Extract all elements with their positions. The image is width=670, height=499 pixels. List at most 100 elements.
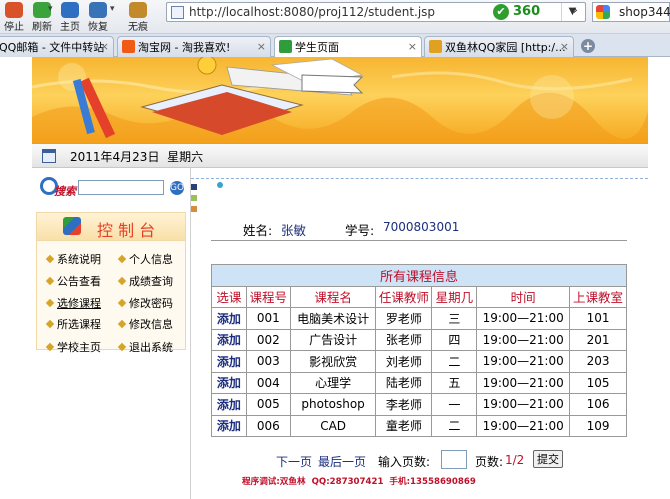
address-dropdown-icon[interactable]: ▼ [561,3,583,21]
search-panel: 搜索 GO [36,174,186,204]
search-engine-box[interactable]: shop344 [592,2,670,22]
home-button[interactable]: 主页 [56,0,84,33]
table-cell: 19:00—21:00 [476,371,571,394]
tab-taobao[interactable]: 淘宝网 - 淘我喜欢! × [117,36,271,57]
table-cell: 006 [245,414,291,437]
restore-label: 恢复 [88,22,108,33]
page-number-input[interactable] [441,450,467,469]
student-name: 张敏 [281,223,307,238]
browser-brand-logo: 360 [513,4,541,19]
menu-item-logout[interactable]: 退出系统 [117,339,173,355]
tab-strip: QQ邮箱 - 文件中转站 × 淘宝网 - 淘我喜欢! × 学生页面 × 双鱼林QQ家园 [h… [0,34,670,58]
table-cell: 004 [245,371,291,394]
table-cell: 五 [431,371,478,394]
menu-item-system-info[interactable]: 系统说明 [45,251,101,267]
menu-item-label: 公告查看 [57,275,101,288]
search-label: 搜索 [54,185,76,198]
go-arrow-icon[interactable]: › [573,3,578,17]
incognito-icon [129,2,147,18]
address-bar[interactable]: http://localhost:8080/proj112/student.js… [166,2,586,22]
table-cell: 003 [245,350,291,373]
tab-qq-mail[interactable]: QQ邮箱 - 文件中转站 × [0,36,114,57]
google-icon [596,5,610,19]
menu-item-label: 个人信息 [129,253,173,266]
tab-label: 双鱼林QQ家园 [http:/... [445,41,566,54]
last-page-link[interactable]: 最后一页 [318,453,366,470]
history-dropdown-icon[interactable]: ▾ [48,4,53,14]
tab-favicon-icon [429,40,442,53]
strip-square-icon [191,184,197,190]
tab-close-icon[interactable]: × [408,37,417,56]
table-cell: 19:00—21:00 [476,414,571,437]
menu-item-selected-course[interactable]: 所选课程 [45,316,101,332]
tab-close-icon[interactable]: × [560,37,569,56]
page-favicon-icon [171,6,184,19]
add-course-link[interactable]: 添加 [211,393,247,416]
tab-label: QQ邮箱 - 文件中转站 [0,41,105,54]
menu-item-label: 修改信息 [129,318,173,331]
console-header: 控 制 台 [37,213,185,241]
search-input[interactable] [78,180,164,195]
content-top-strip [191,178,648,179]
menu-item-notice[interactable]: 公告查看 [45,273,101,289]
submit-button[interactable]: 提交 [533,450,563,468]
tab-close-icon[interactable]: × [100,37,109,56]
tab-qq-home[interactable]: 双鱼林QQ家园 [http:/... × [424,36,574,57]
table-cell: 105 [569,371,627,394]
student-name-label: 姓名: [243,223,273,238]
restore-dropdown-icon[interactable]: ▾ [110,4,115,14]
bullet-icon [117,342,127,352]
table-cell: 19:00—21:00 [476,307,571,330]
table-row: 添加 002 广告设计 张老师四 19:00—21:00 201 [211,328,627,351]
bullet-icon [117,276,127,286]
menu-item-label: 所选课程 [57,318,101,331]
current-date: 2011年4月23日 星期六 [70,150,204,164]
table-cell: 张老师 [375,328,433,351]
table-row: 添加 005 photoshop 李老师一 19:00—21:00 106 [211,393,627,416]
add-course-link[interactable]: 添加 [211,414,247,437]
table-cell: 109 [569,414,627,437]
incognito-button[interactable]: 无痕 [124,0,152,33]
bullet-icon [45,319,55,329]
table-cell: 005 [245,393,291,416]
menu-item-school-home[interactable]: 学校主页 [45,339,101,355]
menu-item-change-password[interactable]: 修改密码 [117,295,173,311]
column-header: 上课教室 [569,285,627,308]
table-cell: 电脑美术设计 [289,307,377,330]
next-page-link[interactable]: 下一页 [276,453,312,470]
column-header: 选课 [211,285,247,308]
menu-item-grade-query[interactable]: 成绩查询 [117,273,173,289]
tab-close-icon[interactable]: × [257,37,266,56]
table-cell: 203 [569,350,627,373]
table-cell: 101 [569,307,627,330]
table-cell: 19:00—21:00 [476,328,571,351]
table-header-row: 选课 课程号 课程名 任课教师 星期几 时间 上课教室 [211,285,627,308]
new-tab-icon[interactable]: + [581,39,595,53]
bullet-icon [117,319,127,329]
student-id-label: 学号: [345,223,375,238]
tab-student-page[interactable]: 学生页面 × [274,36,422,58]
table-cell: 影视欣赏 [289,350,377,373]
add-course-link[interactable]: 添加 [211,371,247,394]
add-course-link[interactable]: 添加 [211,350,247,373]
column-header: 课程号 [245,285,291,308]
pages-count: 1/2 [505,453,525,467]
restore-icon [89,2,107,18]
search-go-icon[interactable]: GO [170,181,184,195]
banner-artwork [32,57,648,143]
menu-item-label: 退出系统 [129,341,173,354]
add-course-link[interactable]: 添加 [211,328,247,351]
table-cell: 106 [569,393,627,416]
address-url[interactable]: http://localhost:8080/proj112/student.js… [189,5,435,19]
menu-item-personal-info[interactable]: 个人信息 [117,251,173,267]
browser-toolbar: 停止 刷新 主页 恢复 无痕 ▾ ▾ http://localhost:8080/proj1… [0,0,670,34]
menu-item-edit-info[interactable]: 修改信息 [117,316,173,332]
table-cell: 二 [431,414,478,437]
tab-favicon-icon [122,40,135,53]
add-course-link[interactable]: 添加 [211,307,247,330]
stop-button[interactable]: 停止 [0,0,28,33]
menu-item-elective-course[interactable]: 选修课程 [45,295,101,311]
restore-button[interactable]: 恢复 [84,0,112,33]
table-cell: 刘老师 [375,350,433,373]
table-row: 添加 004 心理学 陆老师五 19:00—21:00 105 [211,371,627,394]
